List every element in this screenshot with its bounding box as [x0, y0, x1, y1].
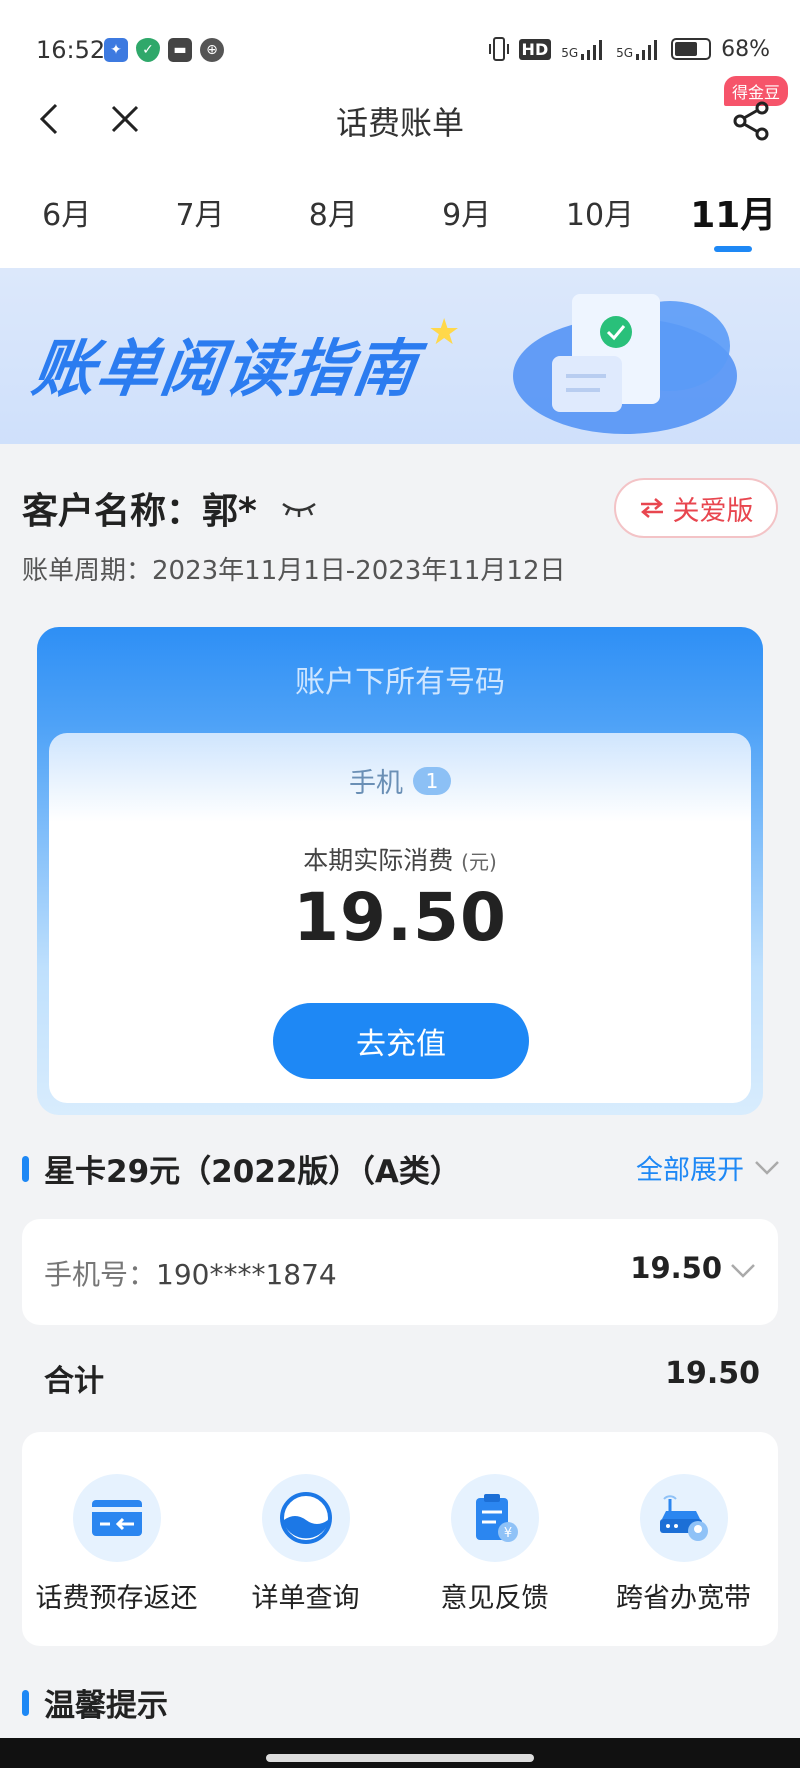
tips-title: 温馨提示 — [44, 1688, 168, 1724]
card-return-icon — [72, 1474, 161, 1562]
broadband-glyph — [659, 1495, 708, 1541]
app-notification-icon: ✦ — [104, 38, 128, 62]
battery-percent: 68% — [721, 36, 770, 62]
hd-icon: HD — [518, 38, 552, 60]
signal-icon-2: 5G — [616, 38, 661, 60]
vibrate-icon — [488, 37, 509, 61]
banner-title: 账单阅读指南 — [28, 332, 423, 405]
service-label: 跨省办宽带 — [616, 1583, 751, 1614]
notification-icons: ✦ ✓ ▬ ⊕ — [104, 38, 224, 62]
tab-month-8[interactable]: 8月 — [267, 160, 400, 268]
total-row: 合计 19.50 — [44, 1356, 760, 1402]
phone-count-badge: 1 — [413, 766, 451, 795]
customer-name: 客户名称：郭* — [22, 482, 319, 534]
tab-month-6[interactable]: 6月 — [0, 160, 133, 268]
phone-number-value: 190****1874 — [156, 1258, 337, 1291]
chevron-down-icon — [731, 1264, 755, 1278]
nav-bar: 话费账单 得金豆 — [0, 76, 800, 160]
month-tabs: 6月 7月 8月 9月 10月 11月 — [0, 160, 800, 268]
gesture-area — [0, 1738, 800, 1768]
phone-number-amount: 19.50 — [630, 1251, 722, 1285]
broadband-icon — [639, 1474, 728, 1562]
tab-month-9[interactable]: 9月 — [400, 160, 533, 268]
consume-label: 本期实际消费 (元) — [49, 841, 751, 877]
swap-icon — [640, 498, 663, 518]
total-amount: 19.50 — [665, 1356, 760, 1391]
service-prepaid-return[interactable]: 话费预存返还 — [22, 1432, 211, 1646]
share-icon — [733, 101, 769, 141]
plan-title: 星卡29元（2022版）（A类） — [44, 1154, 461, 1190]
bill-period: 账单周期：2023年11月1日-2023年11月12日 — [22, 556, 566, 586]
home-indicator[interactable] — [266, 1754, 534, 1762]
service-label: 详单查询 — [251, 1583, 360, 1614]
phone-summary-card: 手机 1 本期实际消费 (元) 19.50 去充值 — [49, 733, 751, 1103]
receipt-illustration-icon — [513, 294, 737, 434]
care-version-label: 关爱版 — [672, 495, 754, 527]
status-time: 16:52 — [36, 36, 106, 64]
phone-number-label: 手机号：190****1874 — [44, 1253, 337, 1293]
recharge-button[interactable]: 去充值 — [273, 1003, 529, 1079]
globe-icon: ⊕ — [200, 38, 224, 62]
svg-text:¥: ¥ — [503, 1526, 511, 1541]
phone-number-prefix: 手机号： — [44, 1258, 157, 1291]
section-marker — [22, 1156, 29, 1182]
service-detail-query[interactable]: 详单查询 — [211, 1432, 400, 1646]
service-broadband[interactable]: 跨省办宽带 — [589, 1432, 778, 1646]
signal-icon-1: 5G — [561, 38, 606, 60]
bill-detail-glyph — [279, 1492, 332, 1544]
signal-label-2: 5G — [616, 46, 634, 60]
phone-number-row[interactable]: 手机号：190****1874 19.50 — [22, 1219, 778, 1325]
signal-label-1: 5G — [561, 46, 579, 60]
battery-fill — [675, 42, 697, 56]
phone-tab-label: 手机 — [349, 768, 403, 799]
section-marker — [22, 1690, 29, 1716]
plan-header: 星卡29元（2022版）（A类） 全部展开 — [22, 1146, 782, 1190]
account-summary-card: 账户下所有号码 手机 1 本期实际消费 (元) 19.50 去充值 — [37, 627, 763, 1115]
shield-icon: ✓ — [136, 38, 160, 62]
battery-icon — [671, 38, 712, 60]
customer-name-text: 客户名称：郭* — [22, 491, 257, 532]
feedback-icon: ¥ — [450, 1474, 539, 1562]
star-icon: ★ — [428, 312, 461, 353]
service-grid: 话费预存返还 详单查询 ¥ 意见反馈 跨省办宽带 — [22, 1432, 778, 1646]
expand-all-label: 全部展开 — [636, 1155, 744, 1186]
bill-detail-icon — [261, 1474, 350, 1562]
service-feedback[interactable]: ¥ 意见反馈 — [400, 1432, 589, 1646]
card-return-glyph — [91, 1500, 142, 1536]
service-label: 话费预存返还 — [35, 1583, 198, 1614]
eye-closed-icon[interactable] — [279, 496, 319, 520]
signal-bars-icon — [636, 40, 658, 60]
chevron-down-icon — [755, 1160, 779, 1175]
service-label: 意见反馈 — [440, 1583, 549, 1614]
total-label: 合计 — [44, 1364, 104, 1399]
feedback-glyph: ¥ — [475, 1494, 518, 1542]
signal-bars-icon — [581, 40, 603, 60]
bill-guide-banner[interactable]: 账单阅读指南 ★ — [0, 268, 800, 444]
tab-month-11[interactable]: 11月 — [667, 160, 800, 268]
status-right: HD 5G 5G 68% — [488, 36, 770, 62]
consume-label-text: 本期实际消费 — [303, 846, 454, 875]
consume-amount: 19.50 — [293, 879, 507, 956]
bag-icon: ▬ — [168, 38, 192, 62]
care-version-button[interactable]: 关爱版 — [614, 478, 778, 538]
consume-unit: (元) — [461, 850, 497, 874]
account-title: 账户下所有号码 — [295, 665, 505, 700]
expand-all-button[interactable]: 全部展开 — [636, 1148, 780, 1187]
share-button[interactable] — [728, 98, 774, 144]
phone-tab[interactable]: 手机 1 — [49, 761, 751, 800]
tab-month-7[interactable]: 7月 — [133, 160, 266, 268]
page-title: 话费账单 — [335, 104, 464, 142]
tab-month-10[interactable]: 10月 — [533, 160, 666, 268]
